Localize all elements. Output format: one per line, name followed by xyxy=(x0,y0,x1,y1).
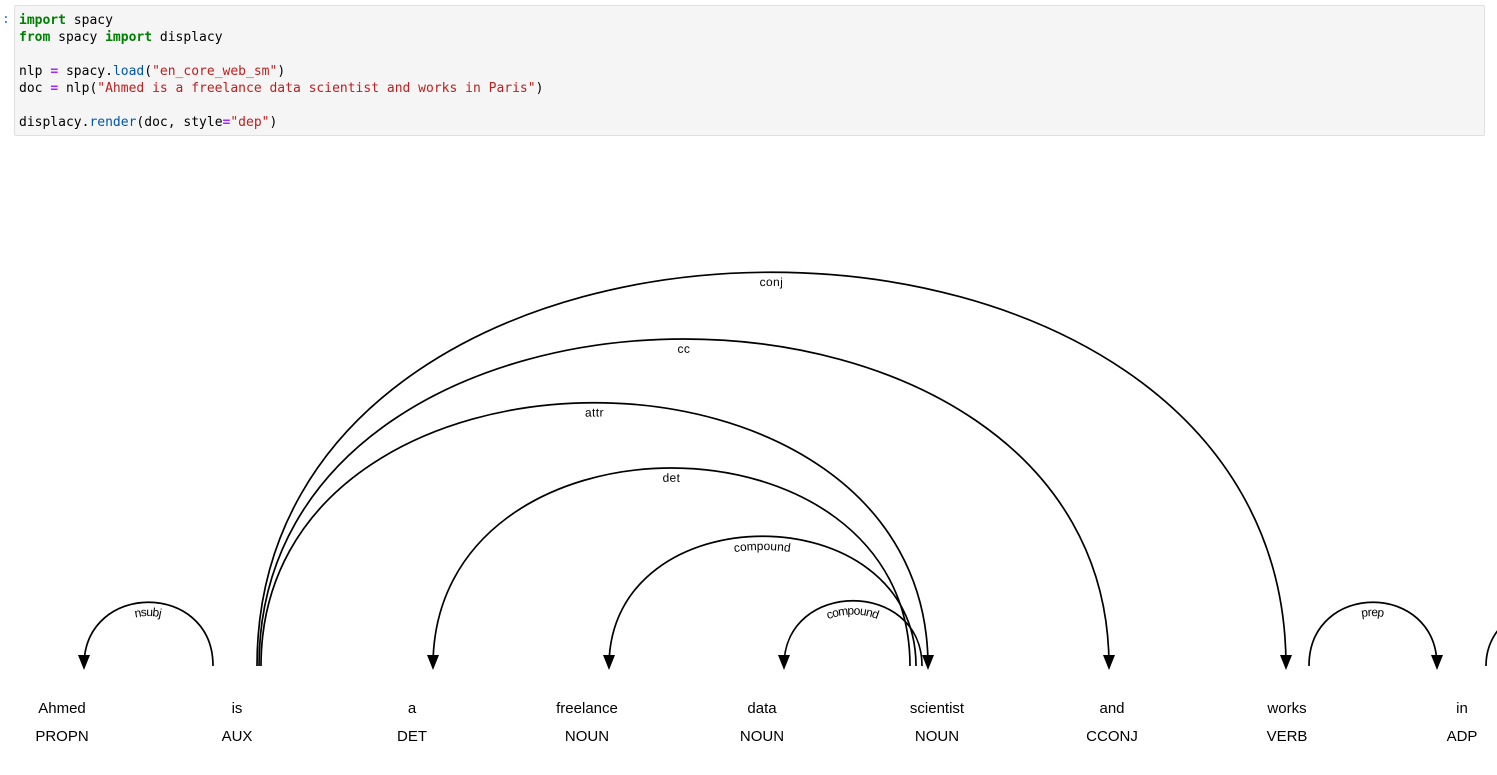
dep-arc-label: compound xyxy=(733,539,792,555)
dep-word: is xyxy=(232,700,243,717)
dep-arrowhead-icon xyxy=(603,655,615,670)
dep-pos-tag: NOUN xyxy=(915,728,959,745)
dep-arc: nsubj xyxy=(78,602,213,670)
dep-word: freelance xyxy=(556,700,618,717)
dep-pos-tag: AUX xyxy=(222,728,253,745)
dep-arc-curve xyxy=(609,536,916,666)
dep-pos-tag: ADP xyxy=(1447,728,1478,745)
dep-arrowhead-icon xyxy=(78,655,90,670)
dep-arrowhead-icon xyxy=(922,655,934,670)
dependency-parse-svg: Ahmed PROPN is AUX a DET freelance NOUN data NOUN… xyxy=(0,0,1497,775)
dep-word: and xyxy=(1099,700,1124,717)
dep-arc-label: prep xyxy=(1360,605,1385,620)
dep-pos-tag: DET xyxy=(397,728,427,745)
dep-word: works xyxy=(1266,700,1306,717)
dep-word: data xyxy=(747,700,777,717)
dep-arc-label: attr xyxy=(585,406,604,420)
dep-arrowhead-icon xyxy=(1103,655,1115,670)
dep-arc-curve xyxy=(259,339,1109,666)
dep-arc-curve xyxy=(261,403,928,666)
dep-pos-tag: NOUN xyxy=(740,728,784,745)
dep-arc-label: compound xyxy=(825,603,882,622)
dep-pos-tag: CCONJ xyxy=(1086,728,1138,745)
dep-arc: det xyxy=(427,468,910,670)
dep-arrowhead-icon xyxy=(1431,655,1443,670)
dep-arc-curve xyxy=(1486,602,1497,666)
dep-arc: prep xyxy=(1309,602,1443,670)
dep-arc-curve xyxy=(433,468,910,666)
dep-arrowhead-icon xyxy=(1280,655,1292,670)
dep-arrowhead-icon xyxy=(427,655,439,670)
dep-pos-tag: NOUN xyxy=(565,728,609,745)
dep-arc-label: nsubj xyxy=(133,605,163,620)
dep-arc xyxy=(1486,602,1497,670)
dep-arc-curve xyxy=(257,272,1286,666)
dep-pos-tag: PROPN xyxy=(35,728,88,745)
dep-word: in xyxy=(1456,700,1468,717)
dep-arc: conj xyxy=(257,272,1292,670)
dep-arc-label: det xyxy=(662,471,680,485)
dep-arc-label: cc xyxy=(678,342,691,356)
dep-arrowhead-icon xyxy=(778,655,790,670)
dep-pos-tag: VERB xyxy=(1267,728,1308,745)
dep-arc: compound xyxy=(778,601,922,670)
dep-word: scientist xyxy=(910,700,965,717)
dep-word: a xyxy=(408,700,417,717)
dep-word: Ahmed xyxy=(38,700,86,717)
dep-arc: compound xyxy=(603,536,916,670)
dep-arc: cc xyxy=(259,339,1115,670)
dep-arc-label: conj xyxy=(760,275,784,289)
